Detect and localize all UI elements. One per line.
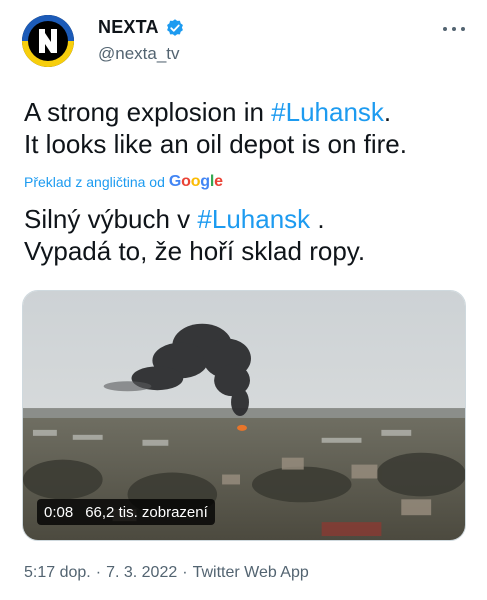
- video-time: 0:08: [44, 503, 74, 521]
- tweet-date[interactable]: 7. 3. 2022: [106, 564, 177, 582]
- tweet-text: A strong explosion in #Luhansk. It looks…: [24, 96, 469, 160]
- tweet-metadata: 5:17 dop. · 7. 3. 2022 · Twitter Web App: [24, 564, 309, 582]
- translated-text-part: Silný výbuch v: [24, 204, 198, 234]
- hashtag-link[interactable]: #Luhansk: [271, 97, 384, 127]
- author-handle[interactable]: @nexta_tv: [98, 44, 180, 64]
- tweet-text-line: It looks like an oil depot is on fire.: [24, 129, 407, 159]
- tweet-text-part: A strong explosion in: [24, 97, 272, 127]
- avatar[interactable]: [22, 15, 74, 67]
- separator: ·: [182, 564, 188, 581]
- separator: ·: [95, 564, 102, 581]
- more-options-icon[interactable]: [443, 24, 465, 34]
- tweet-time[interactable]: 5:17 dop.: [24, 564, 91, 582]
- verified-badge-icon: [166, 18, 183, 36]
- translated-text: Silný výbuch v #Luhansk . Vypadá to, že …: [24, 203, 469, 267]
- google-logo: Google: [168, 173, 223, 190]
- nexta-logo: [22, 15, 74, 67]
- translation-attribution[interactable]: Překlad z angličtina od Google: [24, 173, 223, 191]
- translation-label: Překlad z angličtina od: [24, 174, 165, 190]
- hashtag-link[interactable]: #Luhansk: [197, 204, 310, 234]
- author-name[interactable]: NEXTA: [98, 17, 159, 38]
- video-views: 66,2 tis. zobrazení: [85, 503, 208, 521]
- tweet-source[interactable]: Twitter Web App: [193, 564, 309, 582]
- translated-text-line: Vypadá to, že hoří sklad ropy.: [24, 236, 366, 266]
- video-info-badge: 0:08 66,2 tis. zobrazení: [37, 499, 215, 525]
- translated-text-part: .: [310, 204, 325, 234]
- tweet-text-part: .: [383, 97, 392, 127]
